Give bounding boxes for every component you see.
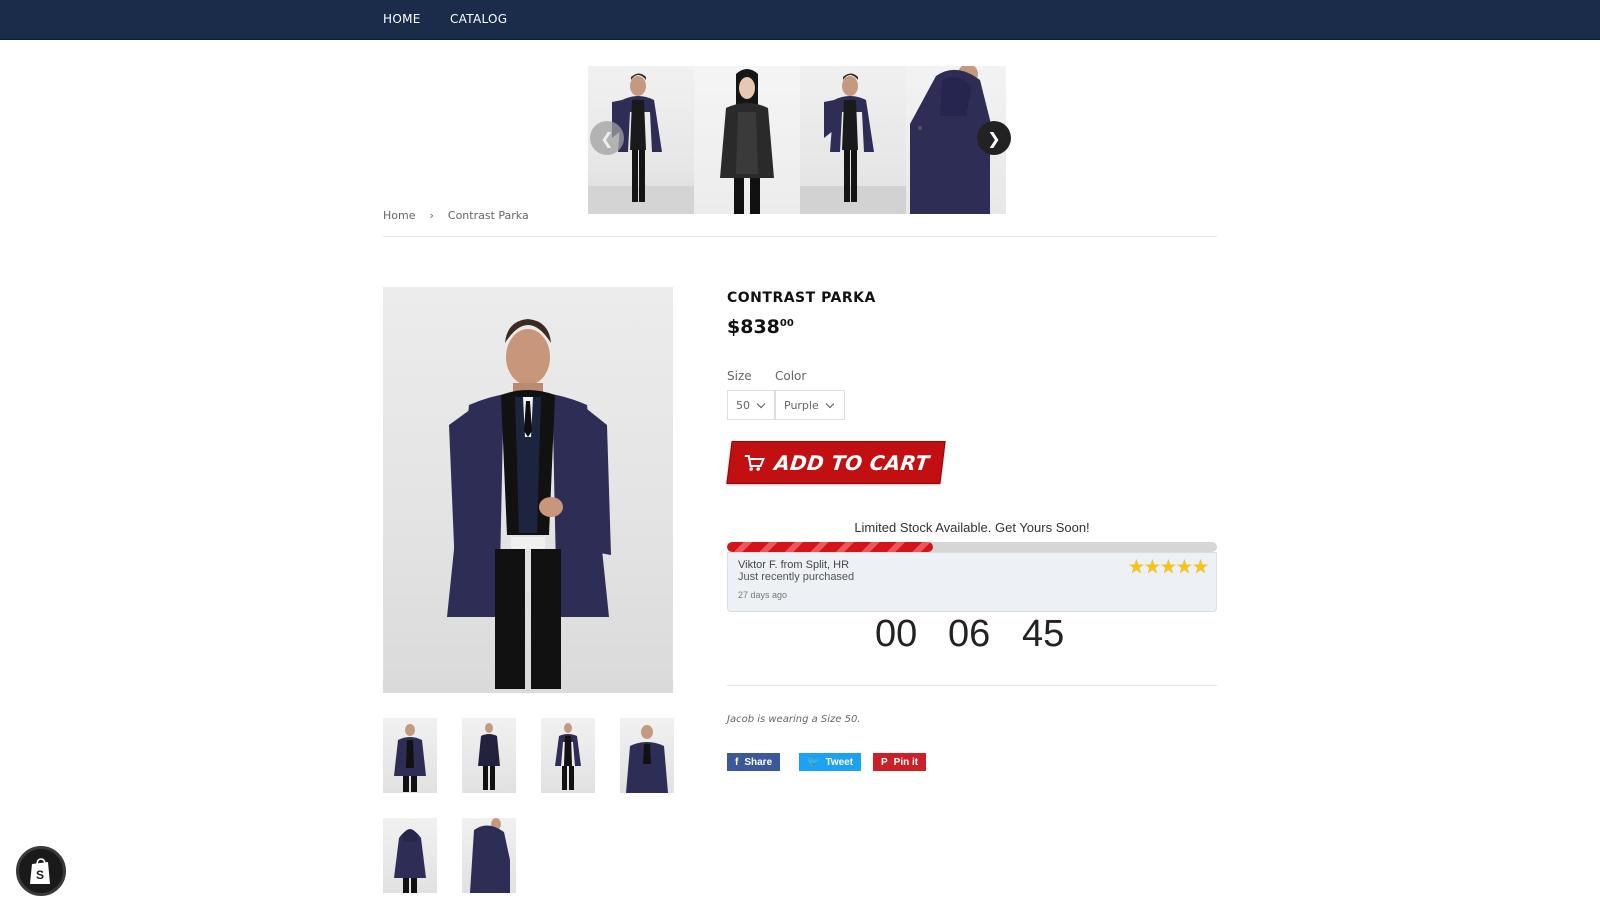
chevron-down-icon [825, 399, 834, 408]
top-nav: HOME CATALOG [0, 0, 1600, 40]
thumb-open-image [555, 723, 581, 790]
carousel-slide[interactable] [800, 66, 906, 214]
thumb-back-image [394, 829, 426, 893]
thumb-front-image [394, 724, 426, 792]
twitter-share-button[interactable]: 🐦 Tweet [799, 753, 862, 771]
carousel-next-button[interactable]: ❯ [977, 121, 1011, 155]
nav-catalog-link[interactable]: CATALOG [450, 12, 507, 26]
thumb-full-image [478, 723, 500, 790]
cart-icon [744, 454, 765, 471]
chevron-right-icon: ❯ [987, 128, 1001, 148]
recent-purchase-card: Viktor F. from Split, HR Just recently p… [727, 552, 1217, 612]
shopify-bag-icon: S [30, 858, 50, 884]
size-label: Size [727, 369, 752, 383]
facebook-share-label: Share [744, 756, 773, 768]
carousel-slide[interactable] [694, 66, 800, 214]
stock-progress-bar [727, 542, 1217, 552]
size-note: Jacob is wearing a Size 50. [727, 714, 861, 725]
product-title: CONTRAST PARKA [727, 290, 876, 306]
product-thumbnail[interactable] [541, 718, 595, 793]
timer-seconds: 45 [1022, 613, 1065, 655]
breadcrumb: Home › Contrast Parka [383, 209, 529, 222]
image-carousel [588, 66, 1012, 214]
nav-home-link[interactable]: HOME [383, 12, 421, 26]
price-main: $838 [727, 316, 780, 338]
stock-progress-fill [727, 542, 933, 552]
pinterest-icon: P [881, 756, 888, 768]
man-parka-open-image [800, 73, 906, 214]
shopify-badge-button[interactable]: S [16, 846, 66, 896]
product-thumbnail[interactable] [383, 718, 437, 793]
thumb-closeup-image [626, 725, 668, 793]
divider [727, 685, 1217, 686]
carousel-prev-button[interactable]: ❮ [590, 121, 624, 155]
product-thumbnail[interactable] [462, 718, 516, 793]
product-thumbnail[interactable] [383, 818, 437, 893]
facebook-icon: f [735, 756, 739, 768]
pinterest-share-button[interactable]: P Pin it [873, 753, 927, 771]
chevron-down-icon [756, 399, 766, 408]
breadcrumb-home-link[interactable]: Home [383, 209, 415, 222]
divider [383, 236, 1217, 237]
color-select[interactable]: Purple [775, 390, 845, 420]
timer-minutes: 06 [948, 613, 991, 655]
pinterest-share-label: Pin it [893, 756, 919, 768]
color-select-value: Purple [784, 398, 819, 412]
breadcrumb-current: Contrast Parka [447, 209, 529, 222]
product-price: $83800 [727, 316, 794, 338]
timer-hours: 00 [875, 613, 918, 655]
chevron-left-icon: ❮ [600, 128, 614, 148]
twitter-share-label: Tweet [825, 756, 854, 768]
breadcrumb-separator: › [429, 209, 434, 222]
rating-stars-icon: ★★★★★ [1127, 556, 1209, 578]
thumb-side-image [470, 818, 510, 893]
color-label: Color [775, 369, 807, 383]
svg-text:S: S [36, 868, 44, 882]
add-to-cart-button[interactable]: ADD TO CART [726, 441, 946, 484]
main-product-image[interactable] [383, 287, 673, 693]
stock-message: Limited Stock Available. Get Yours Soon! [854, 520, 1090, 535]
twitter-icon: 🐦 [807, 756, 820, 768]
size-select[interactable]: 50 [727, 390, 775, 420]
purchase-time: 27 days ago [738, 590, 788, 600]
woman-jacket-image [720, 69, 774, 214]
product-thumbnail[interactable] [462, 818, 516, 893]
add-to-cart-label: ADD TO CART [773, 450, 931, 475]
facebook-share-button[interactable]: f Share [727, 753, 781, 771]
man-in-parka-image [447, 319, 611, 689]
size-select-value: 50 [736, 398, 750, 412]
product-thumbnail[interactable] [620, 718, 674, 793]
price-cents: 00 [779, 318, 794, 329]
